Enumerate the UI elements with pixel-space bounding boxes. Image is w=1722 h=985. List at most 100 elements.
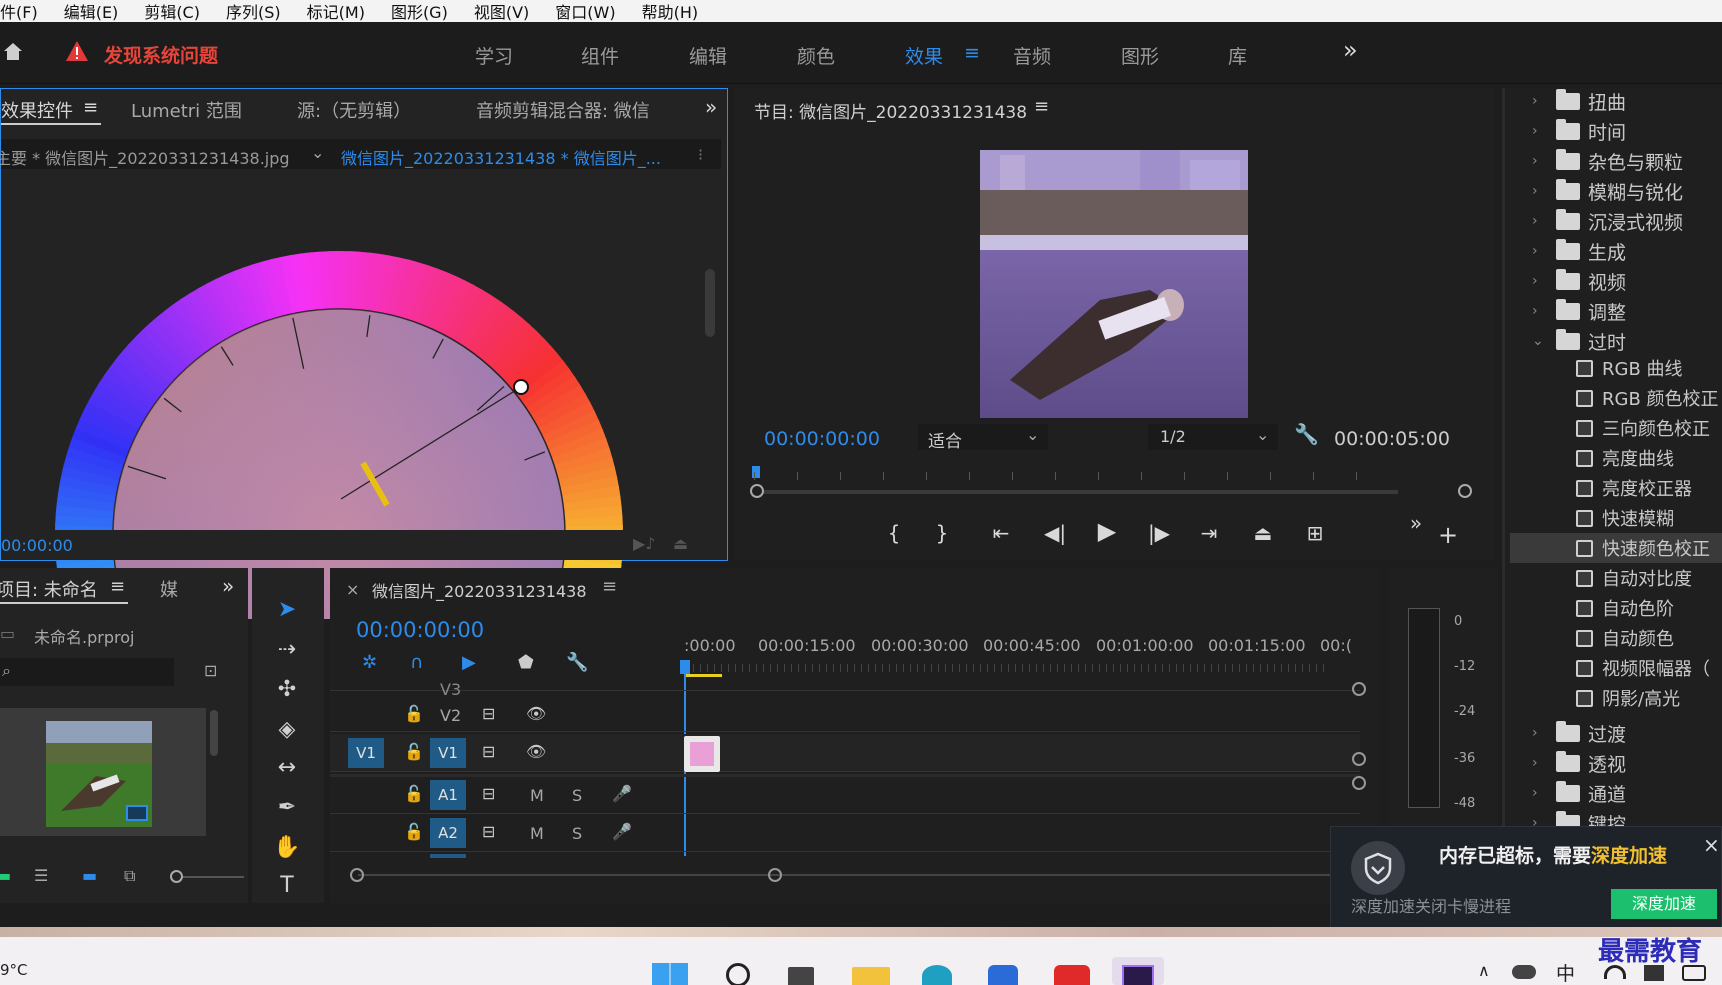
zoom-slider-handle[interactable] xyxy=(170,870,183,883)
music-app-icon[interactable] xyxy=(1054,965,1090,985)
play-audio-icon[interactable]: ▶♪ xyxy=(633,534,656,553)
effect-item[interactable]: 快速颜色校正 xyxy=(1510,533,1722,563)
sync-lock-icon[interactable]: ⊟ xyxy=(482,822,495,841)
panel-menu-icon[interactable]: ≡ xyxy=(602,576,617,597)
workspace-effects[interactable]: 效果 xyxy=(905,42,943,69)
mic-icon[interactable]: 🎤 xyxy=(612,784,632,803)
premiere-icon[interactable] xyxy=(1112,957,1164,985)
eye-icon[interactable]: 👁 xyxy=(526,704,546,723)
solo-button[interactable]: S xyxy=(572,786,582,805)
search-icon[interactable] xyxy=(726,963,750,985)
chevron-right-icon[interactable]: › xyxy=(1532,93,1538,109)
zoom-slider[interactable] xyxy=(176,876,244,878)
scrollbar[interactable] xyxy=(705,269,715,337)
chevron-right-icon[interactable]: » xyxy=(705,95,717,119)
program-timecode[interactable]: 00:00:00:00 xyxy=(764,428,880,450)
clip-master[interactable]: 主要 * 微信图片_20220331231438.jpg xyxy=(0,145,290,169)
wrench-icon[interactable]: 🔧 xyxy=(1294,422,1319,446)
step-back-icon[interactable]: ◀| xyxy=(1040,520,1070,546)
lock-icon[interactable]: 🔓 xyxy=(404,822,424,841)
mic-icon[interactable]: 🎤 xyxy=(612,822,632,841)
go-to-in-icon[interactable]: ⇤ xyxy=(986,520,1016,546)
go-to-out-icon[interactable]: ⇥ xyxy=(1194,520,1224,546)
export-icon[interactable]: ⏏ xyxy=(673,534,688,553)
new-search-bin-icon[interactable]: ⊡ xyxy=(204,661,217,680)
chevron-right-icon[interactable]: › xyxy=(1532,755,1538,771)
menu-window[interactable]: 窗口(W) xyxy=(555,0,615,22)
lock-icon[interactable]: 🔓 xyxy=(404,742,424,761)
ime-indicator[interactable]: 中 xyxy=(1556,959,1575,985)
zoom-handle-left[interactable] xyxy=(750,484,764,498)
add-button-icon[interactable]: + xyxy=(1436,522,1460,548)
clip-menu-icon[interactable]: ⁝ xyxy=(698,145,703,164)
tab-source[interactable]: 源:（无剪辑） xyxy=(297,97,411,123)
chevron-right-icon[interactable]: › xyxy=(1532,123,1538,139)
marker-icon[interactable]: ⬟ xyxy=(518,652,534,673)
effect-timecode[interactable]: 00:00:00 xyxy=(1,536,73,555)
vertical-scroll-handle[interactable] xyxy=(1352,776,1366,790)
weather-temp[interactable]: 9°C xyxy=(0,961,28,979)
track-a2-target[interactable]: A2 xyxy=(430,818,466,848)
nest-icon[interactable]: ✲ xyxy=(362,652,377,673)
ripple-edit-tool-icon[interactable]: ✣ xyxy=(270,676,304,704)
windows-start-icon[interactable] xyxy=(652,963,688,985)
chevron-right-icon[interactable]: › xyxy=(1532,213,1538,229)
horizontal-scroll-start[interactable] xyxy=(350,868,364,882)
track-a1-target[interactable]: A1 xyxy=(430,780,466,810)
search-icon[interactable]: ⌕ xyxy=(2,661,11,681)
workspace-audio[interactable]: 音频 xyxy=(1013,42,1051,69)
workspace-learn[interactable]: 学习 xyxy=(475,42,513,69)
media-thumbnail[interactable] xyxy=(0,708,206,836)
project-title[interactable]: 项目: 未命名 xyxy=(0,576,98,602)
sync-lock-icon[interactable]: ⊟ xyxy=(482,742,495,761)
workspace-editing[interactable]: 编辑 xyxy=(689,42,727,69)
tab-media-browser[interactable]: 媒 xyxy=(160,576,178,602)
workspace-color[interactable]: 颜色 xyxy=(797,42,835,69)
menu-help[interactable]: 帮助(H) xyxy=(642,0,699,22)
pen-tool-icon[interactable]: ✒ xyxy=(270,794,304,822)
wrench-icon[interactable]: 🔧 xyxy=(566,652,588,673)
sync-lock-icon[interactable]: ⊟ xyxy=(482,704,495,723)
list-view-icon[interactable]: ☰ xyxy=(34,866,48,885)
panel-menu-icon[interactable]: ≡ xyxy=(964,42,980,64)
tab-lumetri-scopes[interactable]: Lumetri 范围 xyxy=(131,97,242,123)
chevron-down-icon[interactable]: ⌄ xyxy=(1532,333,1544,349)
close-icon[interactable]: × xyxy=(1703,833,1720,857)
panel-menu-icon[interactable]: ≡ xyxy=(83,97,98,118)
horizontal-scroll-end[interactable] xyxy=(768,868,782,882)
snap-icon[interactable]: ∩ xyxy=(410,652,423,673)
cloud-icon[interactable] xyxy=(1512,965,1536,979)
lock-icon[interactable]: 🔓 xyxy=(404,784,424,803)
zoom-handle-right[interactable] xyxy=(1458,484,1472,498)
chevron-right-icon[interactable]: › xyxy=(1532,303,1538,319)
extract-icon[interactable]: ⊞ xyxy=(1298,520,1332,546)
lift-icon[interactable]: ⏏ xyxy=(1246,520,1280,546)
track-select-tool-icon[interactable]: ⇢ xyxy=(270,636,304,664)
tab-effect-controls[interactable]: 效果控件 xyxy=(1,97,73,123)
more-controls-icon[interactable]: » xyxy=(1404,510,1428,536)
selection-tool-icon[interactable]: ➤ xyxy=(270,596,304,624)
fit-dropdown[interactable]: 适合 ⌄ xyxy=(918,424,1048,452)
timeline-timecode[interactable]: 00:00:00:00 xyxy=(356,618,484,642)
task-view-icon[interactable] xyxy=(788,967,814,985)
app-icon[interactable] xyxy=(988,965,1018,985)
scrollbar[interactable] xyxy=(210,710,218,756)
program-title[interactable]: 节目: 微信图片_20220331231438 xyxy=(754,98,1027,123)
new-item-icon[interactable]: ▬ xyxy=(0,866,11,885)
mute-button[interactable]: M xyxy=(530,824,544,843)
mute-button[interactable]: M xyxy=(530,786,544,805)
mark-out-icon[interactable]: } xyxy=(930,520,954,546)
chevron-right-icon[interactable]: › xyxy=(1532,273,1538,289)
chevron-right-icon[interactable]: › xyxy=(1532,785,1538,801)
razor-tool-icon[interactable]: ◈ xyxy=(270,716,304,744)
menu-file[interactable]: 件(F) xyxy=(0,0,38,22)
eye-icon[interactable]: 👁 xyxy=(526,742,546,761)
play-icon[interactable]: ▶ xyxy=(1092,518,1122,544)
menu-clip[interactable]: 剪辑(C) xyxy=(144,0,200,22)
warning-icon[interactable] xyxy=(65,40,89,66)
vertical-scroll-handle[interactable] xyxy=(1352,682,1366,696)
close-icon[interactable]: × xyxy=(346,580,359,599)
file-explorer-icon[interactable] xyxy=(852,967,890,985)
track-v1-source-toggle[interactable]: V1 xyxy=(348,738,384,768)
battery-icon[interactable] xyxy=(1682,965,1706,981)
